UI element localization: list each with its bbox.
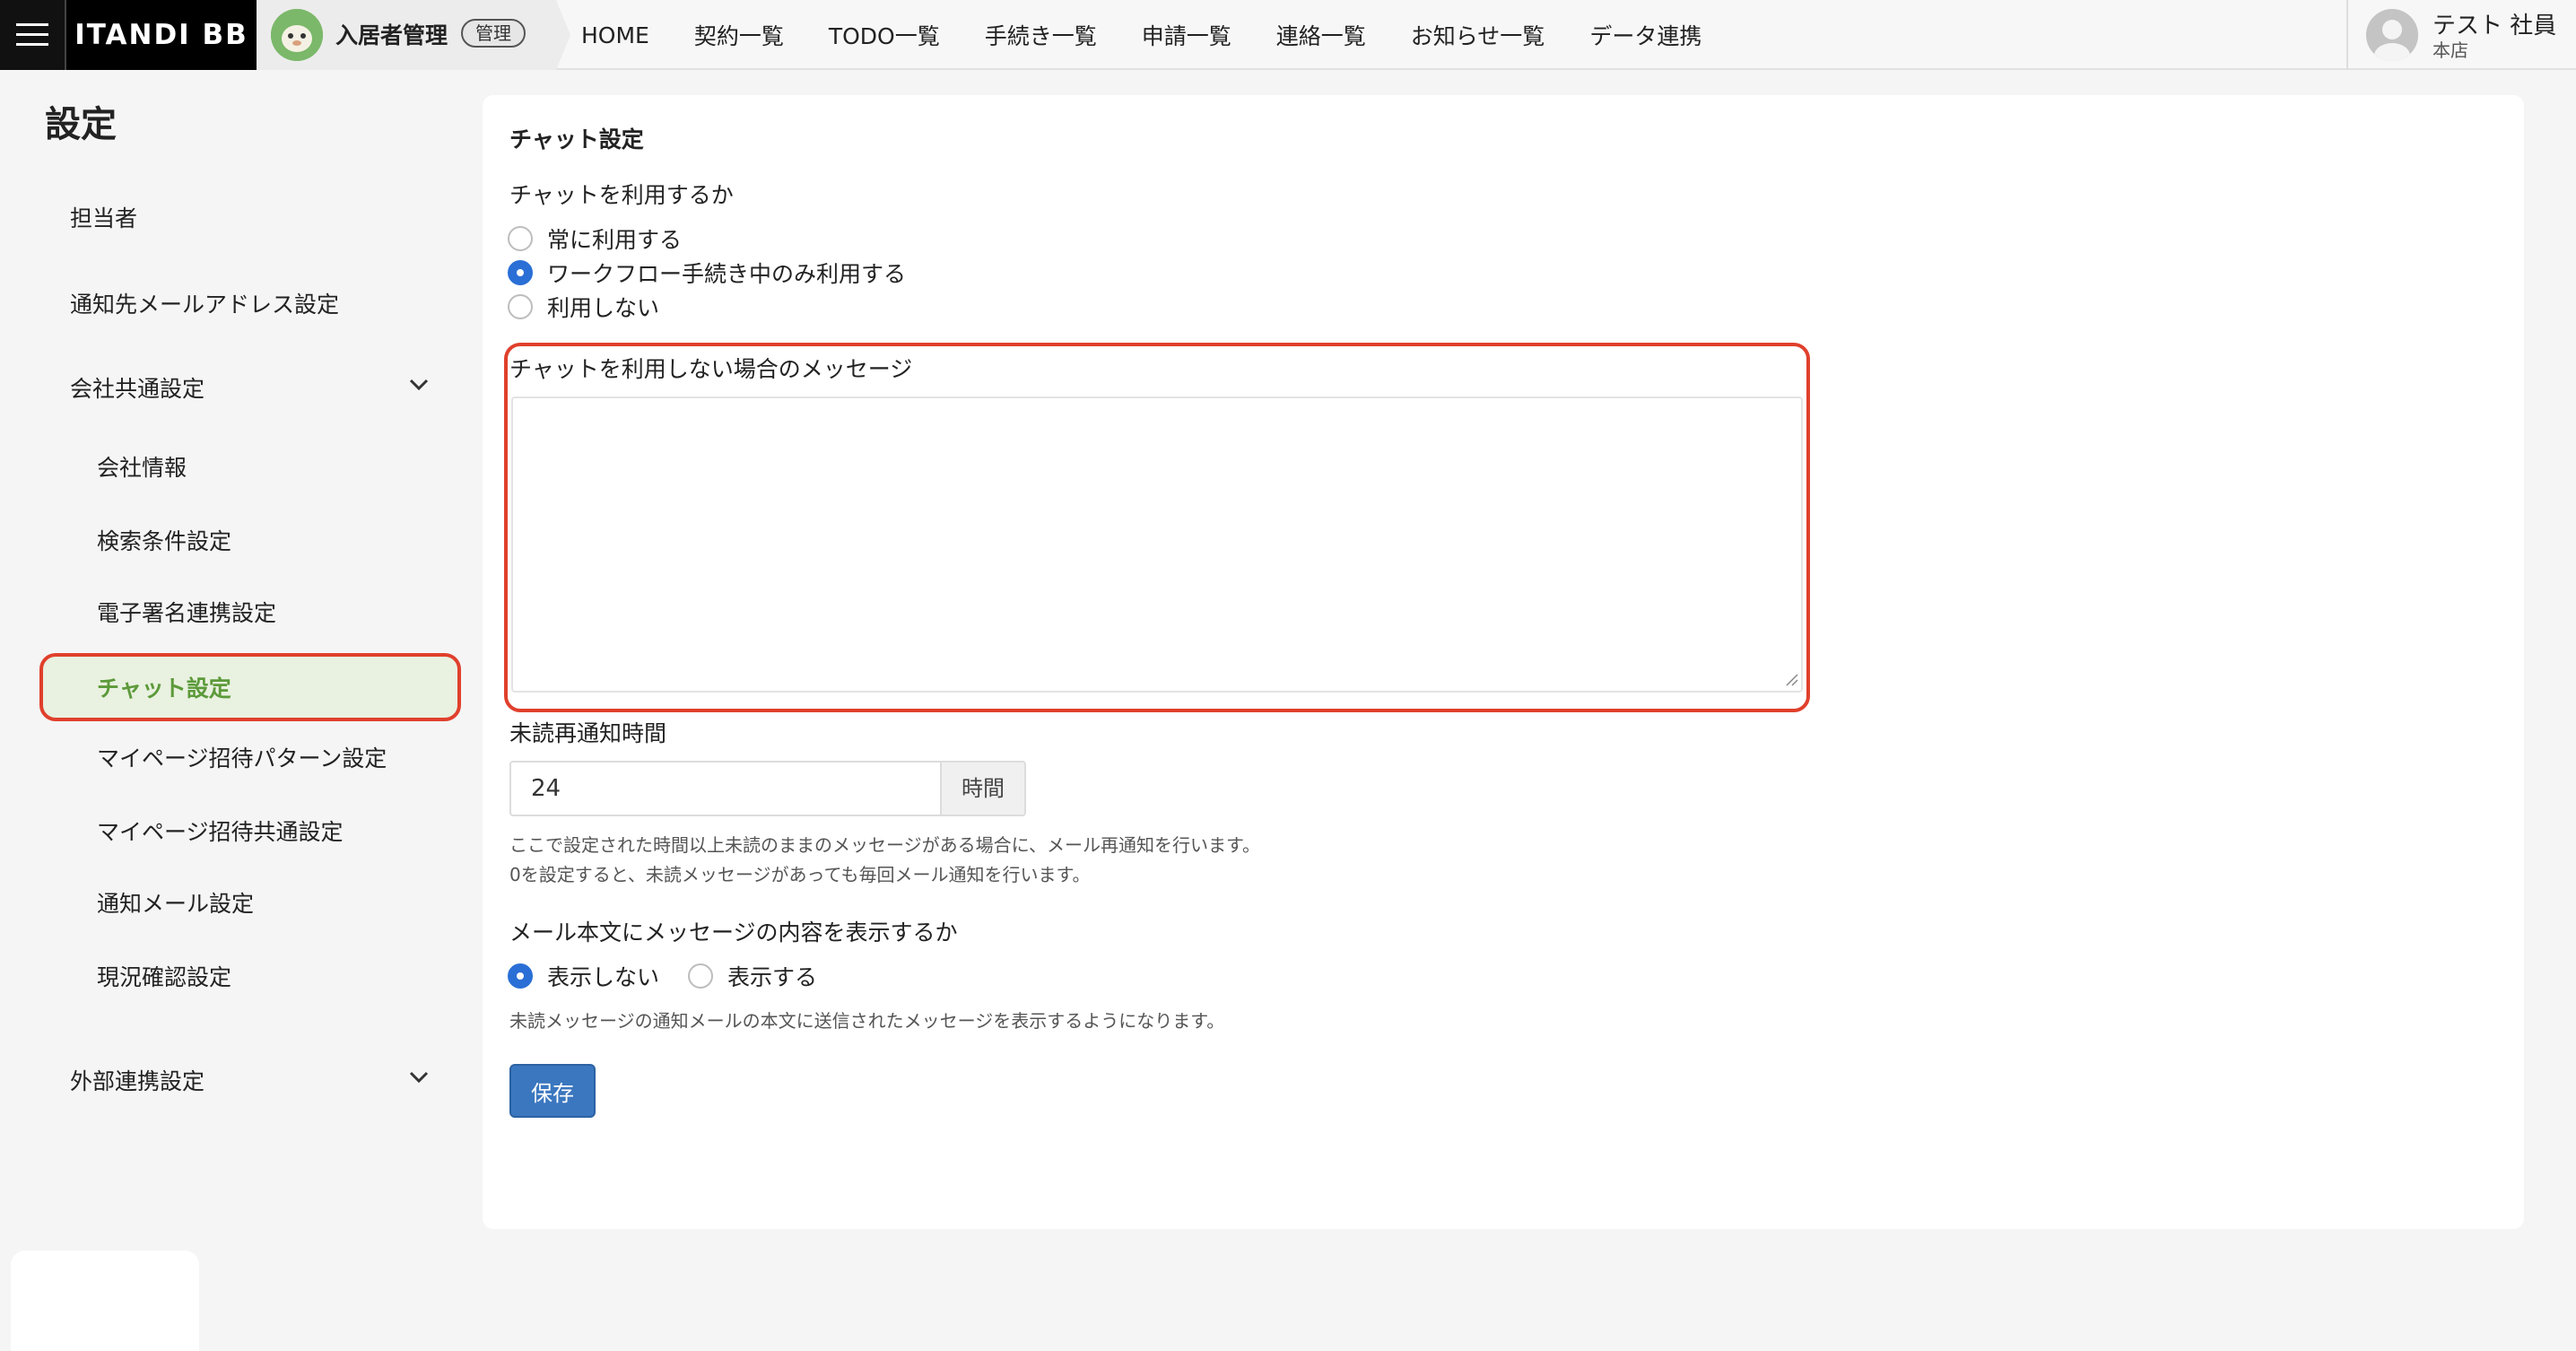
app-switcher[interactable]: 入居者管理 管理: [257, 0, 572, 70]
radio-button[interactable]: [508, 294, 533, 319]
sidebar-item-label: 通知先メールアドレス設定: [70, 292, 340, 318]
brand-logo[interactable]: ITANDI BB: [65, 0, 257, 70]
radio-label: 表示する: [727, 964, 818, 990]
nav-contracts[interactable]: 契約一覧: [694, 19, 784, 51]
renotify-help-line-2: 0を設定すると、未読メッセージがあっても毎回メール通知を行います。: [509, 864, 1091, 885]
hamburger-menu-button[interactable]: [0, 0, 65, 70]
avatar-icon: [2366, 9, 2418, 61]
nav-contacts[interactable]: 連絡一覧: [1276, 19, 1366, 51]
sidebar-item-label: 会社共通設定: [70, 376, 205, 402]
renotify-label: 未読再通知時間: [509, 720, 667, 746]
nav-home[interactable]: HOME: [581, 22, 649, 48]
sidebar-item-label: マイページ招待共通設定: [97, 819, 344, 845]
save-button[interactable]: 保存: [509, 1064, 596, 1118]
radio-button-selected[interactable]: [508, 963, 533, 989]
sidebar-item-label: 外部連携設定: [70, 1068, 205, 1094]
chat-settings-card: チャット設定 チャットを利用するか 常に利用する ワークフロー手続き中のみ利用す…: [483, 95, 2524, 1229]
sidebar-item-e-signature[interactable]: 電子署名連携設定: [65, 585, 459, 639]
sidebar-item-chat-settings[interactable]: チャット設定: [39, 653, 461, 721]
user-menu[interactable]: テスト 社員 本店: [2346, 0, 2576, 70]
nav-applications[interactable]: 申請一覧: [1142, 19, 1231, 51]
sidebar-item-mypage-invite-common[interactable]: マイページ招待共通設定: [65, 804, 459, 858]
sidebar-item-label: チャット設定: [97, 676, 231, 702]
nav-procedures[interactable]: 手続き一覧: [985, 19, 1097, 51]
sidebar-item-company-common[interactable]: 会社共通設定: [39, 361, 461, 414]
sidebar-item-company-info[interactable]: 会社情報: [65, 440, 459, 493]
radio-label: 常に利用する: [547, 227, 683, 253]
section-title: チャット設定: [509, 126, 644, 153]
radio-always-use[interactable]: 常に利用する: [508, 222, 682, 255]
sidebar-item-label: 電子署名連携設定: [97, 600, 277, 626]
sidebar-item-label: 会社情報: [97, 455, 187, 481]
radio-label: ワークフロー手続き中のみ利用する: [547, 261, 907, 287]
renotify-help-line-1: ここで設定された時間以上未読のままのメッセージがある場合に、メール再通知を行いま…: [509, 834, 1260, 856]
sidebar-item-search-conditions[interactable]: 検索条件設定: [65, 513, 459, 567]
sidebar-item-label: 現況確認設定: [97, 964, 232, 990]
sidebar-item-staff[interactable]: 担当者: [39, 190, 461, 244]
footer-tile: [11, 1251, 199, 1351]
radio-workflow-only[interactable]: ワークフロー手続き中のみ利用する: [508, 257, 906, 289]
admin-badge: 管理: [461, 19, 526, 48]
message-label: チャットを利用しない場合のメッセージ: [509, 356, 913, 382]
top-navbar: ITANDI BB 入居者管理 管理 HOME 契約一覧 TODO一覧 手続き一…: [0, 0, 2576, 70]
radio-label: 利用しない: [547, 295, 660, 321]
chevron-down-icon: [409, 1071, 429, 1084]
sidebar-item-mypage-invite-pattern[interactable]: マイページ招待パターン設定: [65, 730, 459, 784]
app-name: 入居者管理: [335, 22, 448, 48]
use-chat-label: チャットを利用するか: [509, 182, 734, 208]
sidebar-item-status-check[interactable]: 現況確認設定: [65, 949, 459, 1003]
main-nav: HOME 契約一覧 TODO一覧 手続き一覧 申請一覧 連絡一覧 お知らせ一覧 …: [581, 0, 1746, 70]
radio-group-mail-body: 表示しない 表示する: [508, 960, 817, 992]
sidebar-item-notification-email[interactable]: 通知先メールアドレス設定: [39, 276, 461, 330]
sidebar-item-notification-mail[interactable]: 通知メール設定: [65, 876, 459, 929]
radio-button-selected[interactable]: [508, 260, 533, 285]
sidebar-item-label: 検索条件設定: [97, 528, 232, 554]
user-branch: 本店: [2432, 39, 2468, 61]
resize-grip-icon[interactable]: [1785, 673, 1799, 687]
mail-body-label: メール本文にメッセージの内容を表示するか: [509, 920, 958, 946]
nav-data-integration[interactable]: データ連携: [1589, 19, 1701, 51]
radio-not-use[interactable]: 利用しない: [508, 291, 659, 323]
radio-button[interactable]: [508, 226, 533, 251]
page-title: 設定: [45, 104, 117, 145]
radio-button[interactable]: [688, 963, 714, 989]
menu-icon: [16, 23, 48, 46]
radio-label: 表示しない: [547, 964, 660, 990]
hours-unit-addon: 時間: [940, 761, 1026, 816]
nav-todo[interactable]: TODO一覧: [829, 19, 940, 51]
mascot-icon: [271, 9, 323, 61]
sidebar-item-label: 通知メール設定: [97, 891, 255, 917]
sidebar-item-external-integration[interactable]: 外部連携設定: [39, 1053, 461, 1107]
nav-notices[interactable]: お知らせ一覧: [1411, 19, 1545, 51]
sidebar-item-label: 担当者: [70, 205, 138, 231]
renotify-hours-input[interactable]: 24: [509, 761, 942, 816]
disabled-chat-message-textarea[interactable]: [511, 397, 1803, 693]
mail-body-help: 未読メッセージの通知メールの本文に送信されたメッセージを表示するようになります。: [509, 1010, 1225, 1032]
sidebar-item-label: マイページ招待パターン設定: [97, 745, 387, 771]
chevron-down-icon: [409, 379, 429, 391]
